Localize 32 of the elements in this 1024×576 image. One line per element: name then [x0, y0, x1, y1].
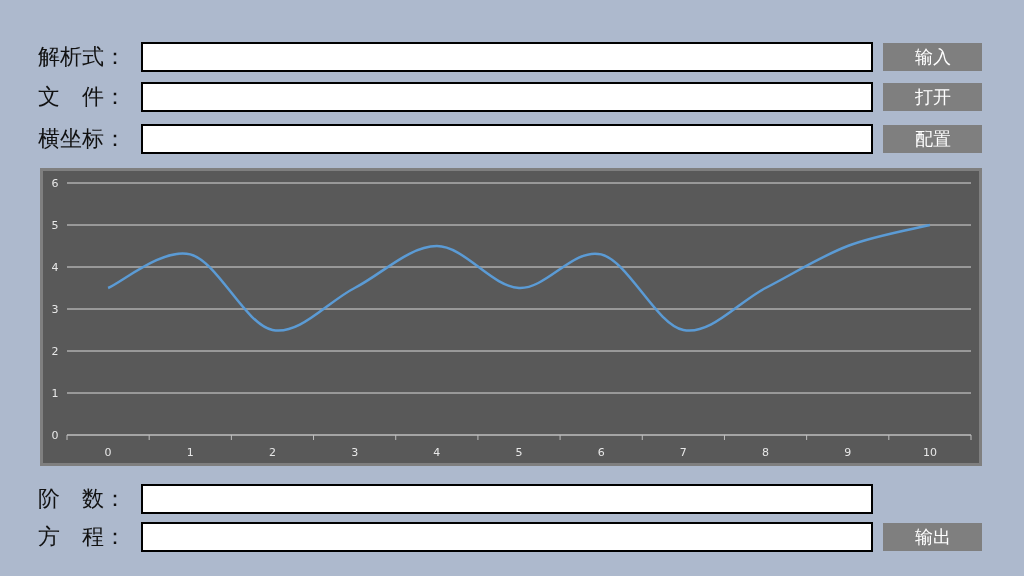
y-axis-label: 3 — [51, 303, 59, 316]
x-axis-label: 10 — [922, 446, 937, 459]
input-field[interactable] — [141, 522, 873, 552]
y-axis-label: 2 — [51, 345, 59, 358]
x-axis-label: 6 — [597, 446, 605, 459]
x-axis-label: 8 — [762, 446, 770, 459]
y-axis-label: 6 — [51, 177, 59, 190]
x-axis-label: 2 — [268, 446, 276, 459]
action-button[interactable]: 配置 — [883, 125, 982, 153]
y-axis-label: 0 — [51, 429, 59, 442]
x-axis-label: 7 — [679, 446, 687, 459]
y-axis-label: 4 — [51, 261, 59, 274]
action-button[interactable]: 输入 — [883, 43, 982, 71]
y-axis-label: 5 — [51, 219, 59, 232]
input-field[interactable] — [141, 124, 873, 154]
field-label: 阶 数： — [38, 485, 127, 513]
field-label: 方 程： — [38, 523, 127, 551]
input-field[interactable] — [141, 484, 873, 514]
input-field[interactable] — [141, 82, 873, 112]
x-axis-label: 1 — [186, 446, 194, 459]
action-button[interactable]: 输出 — [883, 523, 982, 551]
field-label: 解析式： — [38, 43, 127, 71]
field-label: 横坐标： — [38, 125, 127, 153]
action-button[interactable]: 打开 — [883, 83, 982, 111]
input-field[interactable] — [141, 42, 873, 72]
x-axis-label: 9 — [844, 446, 852, 459]
x-axis-label: 3 — [351, 446, 359, 459]
x-axis-label: 5 — [515, 446, 523, 459]
field-label: 文 件： — [38, 83, 127, 111]
x-axis-label: 4 — [433, 446, 441, 459]
y-axis-label: 1 — [51, 387, 59, 400]
x-axis-label: 0 — [104, 446, 112, 459]
